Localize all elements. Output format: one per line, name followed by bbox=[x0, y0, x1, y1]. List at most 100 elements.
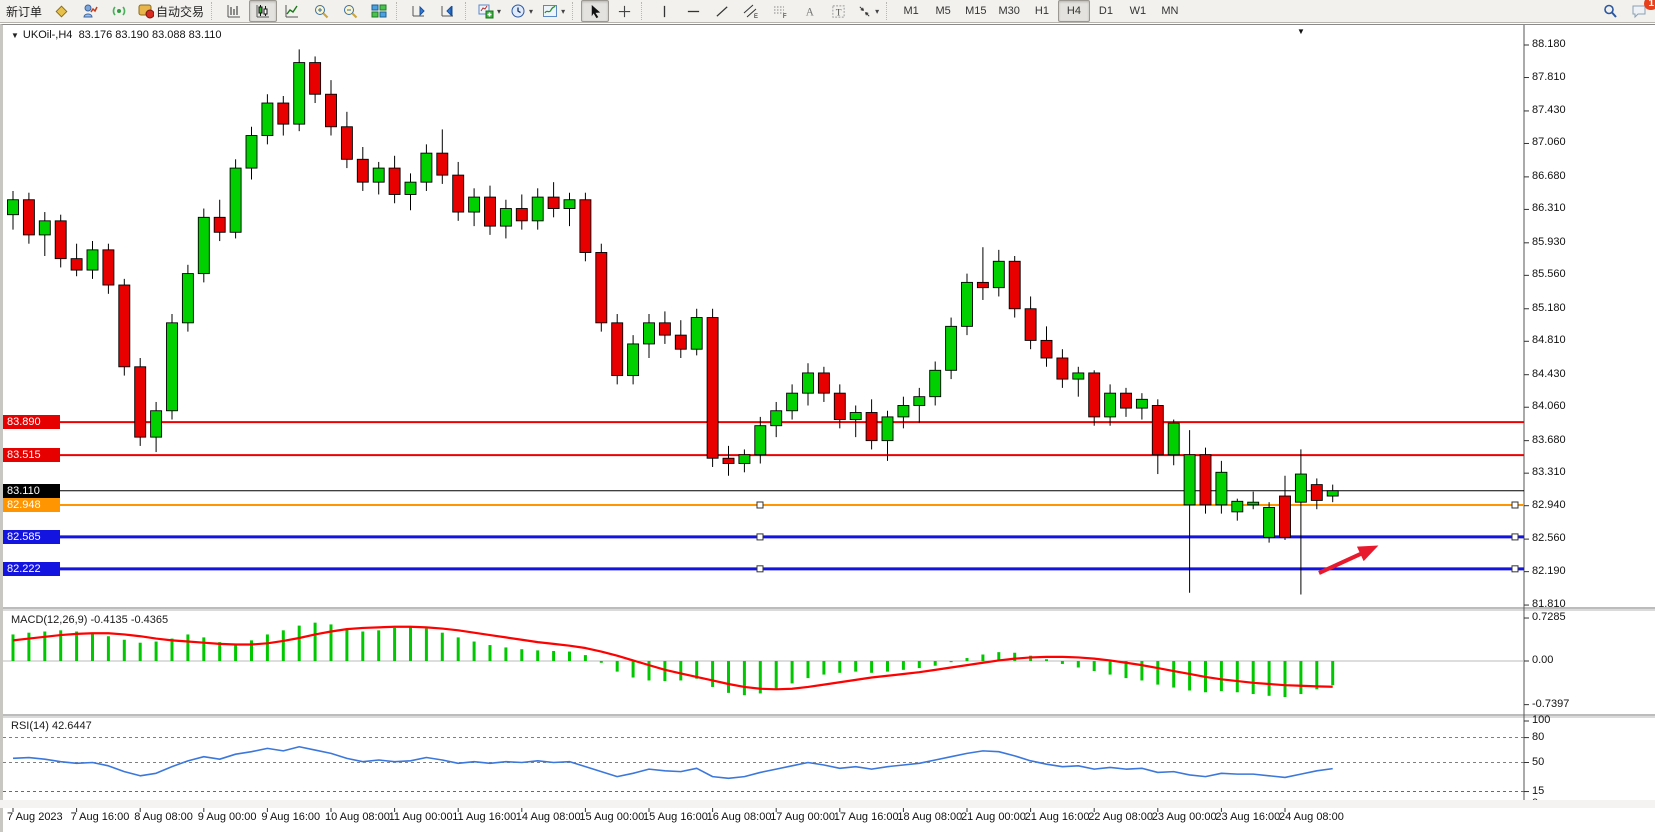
candle-bear[interactable] bbox=[135, 367, 146, 437]
candle-bull[interactable] bbox=[1105, 393, 1116, 417]
auto-trading-button[interactable]: 自动交易 bbox=[134, 0, 208, 22]
candle-bull[interactable] bbox=[771, 411, 782, 426]
candle-bull[interactable] bbox=[373, 168, 384, 182]
arrow-object-head[interactable] bbox=[1357, 545, 1379, 561]
candle-bear[interactable] bbox=[1025, 309, 1036, 341]
period-clock-button[interactable]: ▾ bbox=[506, 0, 537, 22]
chart-shift-marker[interactable]: ▼ bbox=[1297, 27, 1305, 36]
timeframe-button-w1[interactable]: W1 bbox=[1122, 0, 1154, 22]
timeframe-button-h4[interactable]: H4 bbox=[1058, 0, 1090, 22]
candle-bear[interactable] bbox=[818, 373, 829, 393]
signals-icon[interactable] bbox=[105, 0, 133, 22]
candle-bear[interactable] bbox=[1121, 393, 1132, 408]
candle-bear[interactable] bbox=[977, 282, 988, 287]
candle-bull[interactable] bbox=[882, 417, 893, 441]
candle-bull[interactable] bbox=[898, 405, 909, 416]
candle-bull[interactable] bbox=[644, 323, 655, 344]
candle-bull[interactable] bbox=[993, 261, 1004, 287]
line-handle[interactable] bbox=[1512, 566, 1518, 572]
candle-bear[interactable] bbox=[516, 209, 527, 221]
text-label-tool-icon[interactable]: T bbox=[824, 0, 852, 22]
candle-bull[interactable] bbox=[1264, 507, 1275, 537]
search-icon[interactable] bbox=[1596, 0, 1624, 22]
line-handle[interactable] bbox=[1512, 502, 1518, 508]
candle-bull[interactable] bbox=[946, 326, 957, 370]
line-handle[interactable] bbox=[1512, 534, 1518, 540]
candle-bull[interactable] bbox=[8, 200, 19, 215]
candle-bull[interactable] bbox=[421, 153, 432, 182]
candle-bull[interactable] bbox=[1248, 502, 1259, 505]
candle-bear[interactable] bbox=[23, 200, 34, 235]
candle-bear[interactable] bbox=[723, 458, 734, 463]
vertical-line-tool-icon[interactable] bbox=[650, 0, 678, 22]
cursor-tool-icon[interactable] bbox=[581, 0, 609, 22]
candle-bull[interactable] bbox=[691, 318, 702, 350]
line-chart-type-icon[interactable] bbox=[278, 0, 306, 22]
candle-bull[interactable] bbox=[1295, 474, 1306, 502]
candle-bull[interactable] bbox=[1168, 423, 1179, 455]
candle-bear[interactable] bbox=[596, 252, 607, 322]
candle-bull[interactable] bbox=[1327, 491, 1338, 496]
candle-bear[interactable] bbox=[119, 285, 130, 367]
candle-bear[interactable] bbox=[612, 323, 623, 376]
candle-bear[interactable] bbox=[103, 250, 114, 285]
line-handle[interactable] bbox=[757, 502, 763, 508]
candle-bear[interactable] bbox=[1152, 405, 1163, 454]
candle-bear[interactable] bbox=[1009, 261, 1020, 308]
candle-bear[interactable] bbox=[485, 197, 496, 226]
candle-bear[interactable] bbox=[389, 168, 400, 194]
chart-area[interactable]: ▼UKOil-,H4 83.176 83.190 83.088 83.110 ▼… bbox=[0, 24, 1655, 832]
candle-bear[interactable] bbox=[675, 335, 686, 349]
zoom-in-icon[interactable] bbox=[307, 0, 335, 22]
timeframe-button-mn[interactable]: MN bbox=[1154, 0, 1186, 22]
candle-bull[interactable] bbox=[564, 200, 575, 209]
candle-bear[interactable] bbox=[1089, 373, 1100, 417]
candle-bull[interactable] bbox=[930, 370, 941, 396]
candle-bear[interactable] bbox=[1200, 455, 1211, 505]
candle-bear[interactable] bbox=[310, 63, 321, 95]
candle-bull[interactable] bbox=[850, 413, 861, 420]
candle-bull[interactable] bbox=[914, 397, 925, 406]
candle-bull[interactable] bbox=[167, 323, 178, 411]
market-watch-icon[interactable] bbox=[76, 0, 104, 22]
template-button[interactable]: ▾ bbox=[538, 0, 569, 22]
arrows-tool-button[interactable]: ▾ bbox=[853, 0, 883, 22]
timeframe-button-m30[interactable]: M30 bbox=[993, 0, 1026, 22]
candle-bear[interactable] bbox=[659, 323, 670, 335]
crosshair-tool-icon[interactable] bbox=[610, 0, 638, 22]
candle-bull[interactable] bbox=[1216, 472, 1227, 505]
candle-bull[interactable] bbox=[469, 197, 480, 212]
trendline-tool-icon[interactable] bbox=[708, 0, 736, 22]
candle-bull[interactable] bbox=[230, 168, 241, 232]
candle-bear[interactable] bbox=[71, 259, 82, 270]
candle-bull[interactable] bbox=[1232, 501, 1243, 512]
bar-chart-type-icon[interactable] bbox=[220, 0, 248, 22]
candle-bear[interactable] bbox=[437, 153, 448, 175]
candle-bear[interactable] bbox=[278, 103, 289, 124]
candle-bear[interactable] bbox=[866, 413, 877, 441]
candle-bull[interactable] bbox=[500, 209, 511, 227]
candle-bull[interactable] bbox=[198, 217, 209, 273]
candle-bull[interactable] bbox=[151, 411, 162, 437]
candle-bear[interactable] bbox=[1280, 496, 1291, 537]
candle-bull[interactable] bbox=[182, 274, 193, 323]
candle-bear[interactable] bbox=[548, 197, 559, 208]
candle-bull[interactable] bbox=[803, 373, 814, 393]
fibonacci-tool-icon[interactable]: F bbox=[766, 0, 794, 22]
candle-bull[interactable] bbox=[87, 250, 98, 270]
candle-bear[interactable] bbox=[357, 159, 368, 182]
candle-bull[interactable] bbox=[532, 197, 543, 221]
tile-windows-icon[interactable] bbox=[365, 0, 393, 22]
profile-charts-icon[interactable] bbox=[405, 0, 433, 22]
candle-bear[interactable] bbox=[326, 94, 337, 127]
profile-save-icon[interactable] bbox=[434, 0, 462, 22]
candle-bull[interactable] bbox=[1073, 373, 1084, 379]
add-indicator-button[interactable]: ▾ bbox=[474, 0, 505, 22]
gold-diamond-icon[interactable] bbox=[47, 0, 75, 22]
zoom-out-icon[interactable] bbox=[336, 0, 364, 22]
candle-bear[interactable] bbox=[1311, 485, 1322, 501]
candle-bear[interactable] bbox=[1041, 340, 1052, 358]
candlestick-chart-type-icon[interactable] bbox=[249, 0, 277, 22]
timeframe-button-m1[interactable]: M1 bbox=[895, 0, 927, 22]
candle-bear[interactable] bbox=[453, 175, 464, 212]
